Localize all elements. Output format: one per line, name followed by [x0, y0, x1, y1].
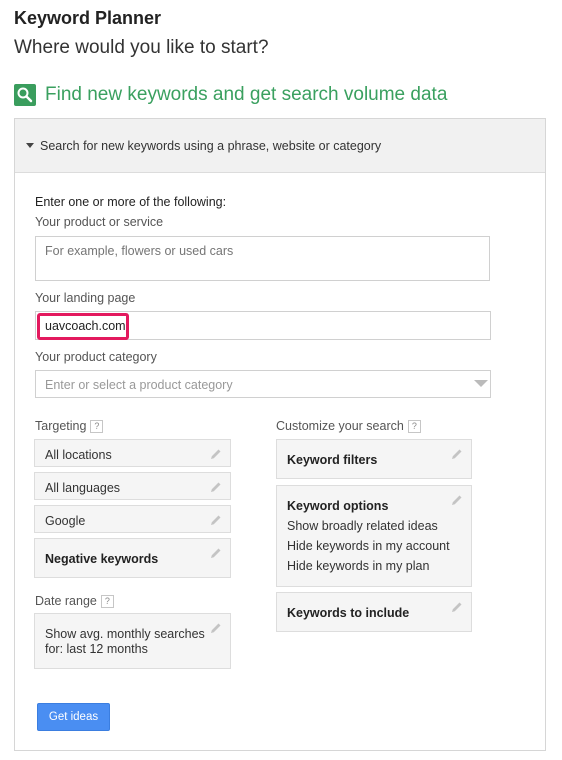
option-hide-in-account: Hide keywords in my account [287, 539, 450, 553]
targeting-label-text: Targeting [35, 419, 87, 433]
help-icon[interactable]: ? [100, 595, 114, 609]
negative-keywords[interactable]: Negative keywords [34, 538, 231, 578]
caret-down-icon[interactable] [26, 143, 34, 148]
panel-header-title[interactable]: Search for new keywords using a phrase, … [40, 139, 381, 153]
targeting-languages-label: All languages [45, 481, 121, 495]
targeting-languages[interactable]: All languages [34, 472, 231, 500]
find-keywords-title: Find new keywords and get search volume … [45, 84, 448, 105]
keywords-to-include-label: Keywords to include [287, 606, 410, 620]
date-range-label: Date range? [35, 594, 114, 609]
page-title: Keyword Planner [14, 8, 162, 28]
pencil-icon[interactable] [210, 547, 222, 559]
landing-page-label: Your landing page [35, 291, 136, 305]
pencil-icon[interactable] [451, 448, 463, 460]
date-range-line1: Show avg. monthly searches [45, 627, 205, 641]
keyword-options-title: Keyword options [287, 499, 389, 513]
option-broadly-related: Show broadly related ideas [287, 519, 438, 533]
keywords-to-include[interactable]: Keywords to include [276, 592, 472, 632]
targeting-locations[interactable]: All locations [34, 439, 231, 467]
pencil-icon[interactable] [210, 622, 222, 634]
targeting-network[interactable]: Google [34, 505, 231, 533]
customize-label-text: Customize your search [276, 419, 404, 433]
pencil-icon[interactable] [210, 448, 222, 460]
product-input[interactable] [35, 236, 490, 281]
find-keywords-heading[interactable]: Find new keywords and get search volume … [14, 84, 447, 106]
pencil-icon[interactable] [210, 514, 222, 526]
category-select[interactable]: Enter or select a product category [35, 370, 491, 398]
category-label: Your product category [35, 350, 157, 364]
date-range-label-text: Date range [35, 594, 97, 608]
product-label: Your product or service [35, 215, 164, 229]
date-range-line2: for: last 12 months [45, 642, 148, 656]
option-hide-in-plan: Hide keywords in my plan [287, 559, 430, 573]
date-range-box[interactable]: Show avg. monthly searches for: last 12 … [34, 613, 231, 669]
landing-page-value[interactable]: uavcoach.com [37, 313, 129, 340]
targeting-locations-label: All locations [45, 448, 112, 462]
dropdown-arrow-icon[interactable] [474, 380, 488, 387]
keyword-options[interactable]: Keyword options Show broadly related ide… [276, 485, 472, 587]
targeting-label: Targeting? [35, 419, 104, 434]
keyword-filters[interactable]: Keyword filters [276, 439, 472, 479]
search-icon [14, 84, 36, 106]
help-icon[interactable]: ? [407, 420, 421, 434]
help-icon[interactable]: ? [90, 420, 104, 434]
pencil-icon[interactable] [451, 494, 463, 506]
customize-label: Customize your search? [276, 419, 421, 434]
negative-keywords-label: Negative keywords [45, 552, 159, 566]
pencil-icon[interactable] [451, 601, 463, 613]
form-intro: Enter one or more of the following: [35, 195, 227, 209]
targeting-network-label: Google [45, 514, 86, 528]
page-subtitle: Where would you like to start? [14, 37, 269, 58]
get-ideas-button[interactable]: Get ideas [37, 703, 110, 731]
keyword-filters-label: Keyword filters [287, 453, 378, 467]
pencil-icon[interactable] [210, 481, 222, 493]
